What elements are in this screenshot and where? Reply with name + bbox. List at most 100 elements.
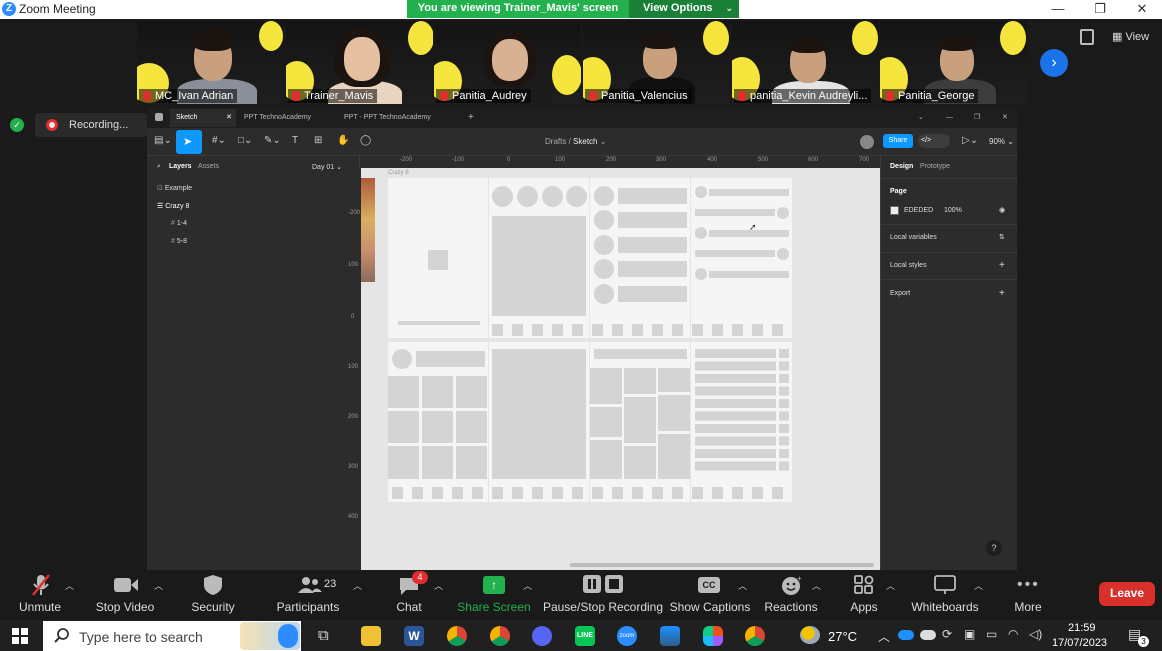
audio-options-caret-icon[interactable]: ︿ xyxy=(65,579,74,592)
line-app-icon[interactable]: LINE xyxy=(575,626,595,646)
restore-button[interactable]: ❐ xyxy=(1080,0,1120,19)
layers-tab[interactable]: Layers xyxy=(169,163,192,170)
apps-button[interactable]: Apps xyxy=(842,600,886,614)
assets-tab[interactable]: Assets xyxy=(198,163,219,170)
reactions-button[interactable]: Reactions xyxy=(760,600,822,614)
text-tool-icon[interactable]: T xyxy=(292,135,298,146)
comment-tool-icon[interactable]: ◯ xyxy=(360,135,371,146)
chat-button[interactable]: Chat xyxy=(384,600,434,614)
security-button[interactable]: Security xyxy=(183,600,243,614)
participants-options-caret-icon[interactable]: ︿ xyxy=(353,579,362,592)
layer-frame-1-4[interactable]: # 1-4 xyxy=(171,220,187,227)
sync-icon[interactable]: ⟳ xyxy=(942,627,952,641)
more-button[interactable]: More xyxy=(1008,600,1048,614)
layer-example[interactable]: ⊡ Example xyxy=(157,184,192,192)
volume-icon[interactable]: ◁) xyxy=(1029,627,1042,641)
user-avatar[interactable] xyxy=(860,135,874,149)
whiteboard-icon[interactable] xyxy=(934,575,956,595)
cloud-icon[interactable] xyxy=(920,630,936,640)
video-options-caret-icon[interactable]: ︿ xyxy=(154,579,163,592)
search-layers-icon[interactable]: ⌕ xyxy=(157,163,161,171)
share-screen-button[interactable]: Share Screen xyxy=(456,600,532,614)
video-camera-icon[interactable] xyxy=(113,575,139,595)
help-button[interactable]: ? xyxy=(986,540,1002,556)
more-dots-icon[interactable]: ••• xyxy=(1017,576,1040,594)
restore-icon[interactable]: ❐ xyxy=(968,109,982,127)
closed-captions-icon[interactable]: CC xyxy=(698,577,720,593)
video-tile-active-speaker[interactable]: Trainer_Mavis xyxy=(286,21,433,104)
participants-button[interactable]: Participants xyxy=(270,600,346,614)
dev-mode-toggle[interactable]: </> xyxy=(918,134,950,148)
chrome-icon[interactable] xyxy=(447,626,467,646)
reactions-options-caret-icon[interactable]: ︿ xyxy=(812,579,821,592)
pause-recording-icon[interactable] xyxy=(583,575,601,593)
share-options-caret-icon[interactable]: ︿ xyxy=(523,579,532,592)
discord-icon[interactable] xyxy=(532,626,552,646)
prototype-tab[interactable]: Prototype xyxy=(920,163,950,170)
add-export-plus-icon[interactable]: + xyxy=(999,288,1005,299)
view-button[interactable]: ▦ View xyxy=(1112,30,1149,43)
video-tile[interactable]: MC_Ivan Adrian xyxy=(137,21,284,104)
breadcrumb-file[interactable]: Sketch xyxy=(573,137,597,146)
onedrive-icon[interactable] xyxy=(898,630,914,640)
sketch-frame-4[interactable] xyxy=(691,178,792,338)
figma-home-icon[interactable] xyxy=(155,113,163,121)
figma-app-icon[interactable] xyxy=(703,626,723,646)
reactions-smiley-icon[interactable]: + xyxy=(781,574,803,596)
battery-icon[interactable]: ▭ xyxy=(986,627,997,641)
zoom-app-icon[interactable]: zoom xyxy=(617,626,637,646)
view-options-button[interactable]: View Options ⌄ xyxy=(629,0,739,18)
whiteboards-options-caret-icon[interactable]: ︿ xyxy=(974,579,983,592)
pen-tool-icon[interactable]: ✎⌄ xyxy=(264,135,281,146)
wifi-icon[interactable]: ◠ xyxy=(1008,627,1018,641)
page-color-swatch[interactable] xyxy=(890,206,899,215)
figma-tab-ppt[interactable]: PPT TechnoAcademy xyxy=(238,109,336,127)
hide-strip-icon[interactable] xyxy=(1080,29,1094,45)
clock-time[interactable]: 21:59 xyxy=(1068,622,1096,634)
layer-crazy-8[interactable]: ☰ Crazy 8 xyxy=(157,202,189,210)
present-play-icon[interactable]: ▷⌄ xyxy=(962,135,978,146)
pause-stop-recording-button[interactable]: Pause/Stop Recording xyxy=(542,600,664,614)
close-button[interactable]: ✕ xyxy=(1122,0,1162,19)
chat-options-caret-icon[interactable]: ︿ xyxy=(434,579,443,592)
apps-icon[interactable] xyxy=(854,575,874,595)
hand-tool-icon[interactable]: ✋ xyxy=(337,135,349,146)
mic-muted-icon[interactable] xyxy=(29,573,53,597)
video-tile[interactable]: panitia_Kevin Audreyli... xyxy=(732,21,879,104)
task-view-icon[interactable]: ⧉ xyxy=(318,627,329,644)
chevron-down-icon[interactable]: ⌄ xyxy=(600,137,607,146)
video-tile[interactable]: Panitia_George xyxy=(880,21,1027,104)
show-hidden-icons-icon[interactable]: ︿ xyxy=(878,628,890,645)
breadcrumb-drafts[interactable]: Drafts xyxy=(545,137,566,146)
close-tab-icon[interactable]: ✕ xyxy=(226,109,232,127)
figma-tab-sketch[interactable]: Sketch ✕ xyxy=(170,109,236,127)
main-menu-icon[interactable]: ▤⌄ xyxy=(154,135,172,146)
stop-recording-icon[interactable] xyxy=(605,575,623,593)
windows-start-icon[interactable] xyxy=(12,628,28,644)
weather-icon[interactable] xyxy=(800,626,820,644)
variables-adjust-icon[interactable]: ⇅ xyxy=(999,233,1005,241)
file-explorer-icon[interactable] xyxy=(361,626,381,646)
microsoft-word-icon[interactable]: W xyxy=(404,626,424,646)
frame-tool-icon[interactable]: #⌄ xyxy=(212,135,226,146)
stop-video-button[interactable]: Stop Video xyxy=(90,600,160,614)
clock-date[interactable]: 17/07/2023 xyxy=(1052,637,1107,649)
resources-icon[interactable]: ⊞ xyxy=(314,135,322,146)
move-tool-button[interactable]: ➤ xyxy=(176,130,202,154)
security-shield-icon[interactable] xyxy=(203,574,223,596)
show-captions-button[interactable]: Show Captions xyxy=(668,600,752,614)
layer-frame-5-8[interactable]: # 5-8 xyxy=(171,238,187,245)
whiteboards-button[interactable]: Whiteboards xyxy=(906,600,984,614)
zoom-level[interactable]: 90% ⌄ xyxy=(989,137,1014,146)
chevron-down-icon[interactable]: ⌄ xyxy=(912,109,926,127)
share-screen-arrow-icon[interactable]: ↑ xyxy=(483,576,505,594)
design-tab[interactable]: Design xyxy=(890,163,913,170)
participants-icon[interactable] xyxy=(297,576,323,594)
page-opacity-value[interactable]: 100% xyxy=(944,207,962,214)
next-page-arrow-icon[interactable]: › xyxy=(1040,49,1068,77)
video-tile[interactable]: Panitia_Valencius xyxy=(583,21,730,104)
chrome-active-icon[interactable] xyxy=(745,626,765,646)
camera-icon[interactable]: ▣ xyxy=(964,627,975,641)
minimize-icon[interactable]: — xyxy=(940,109,954,127)
chrome-profile-icon[interactable] xyxy=(490,626,510,646)
